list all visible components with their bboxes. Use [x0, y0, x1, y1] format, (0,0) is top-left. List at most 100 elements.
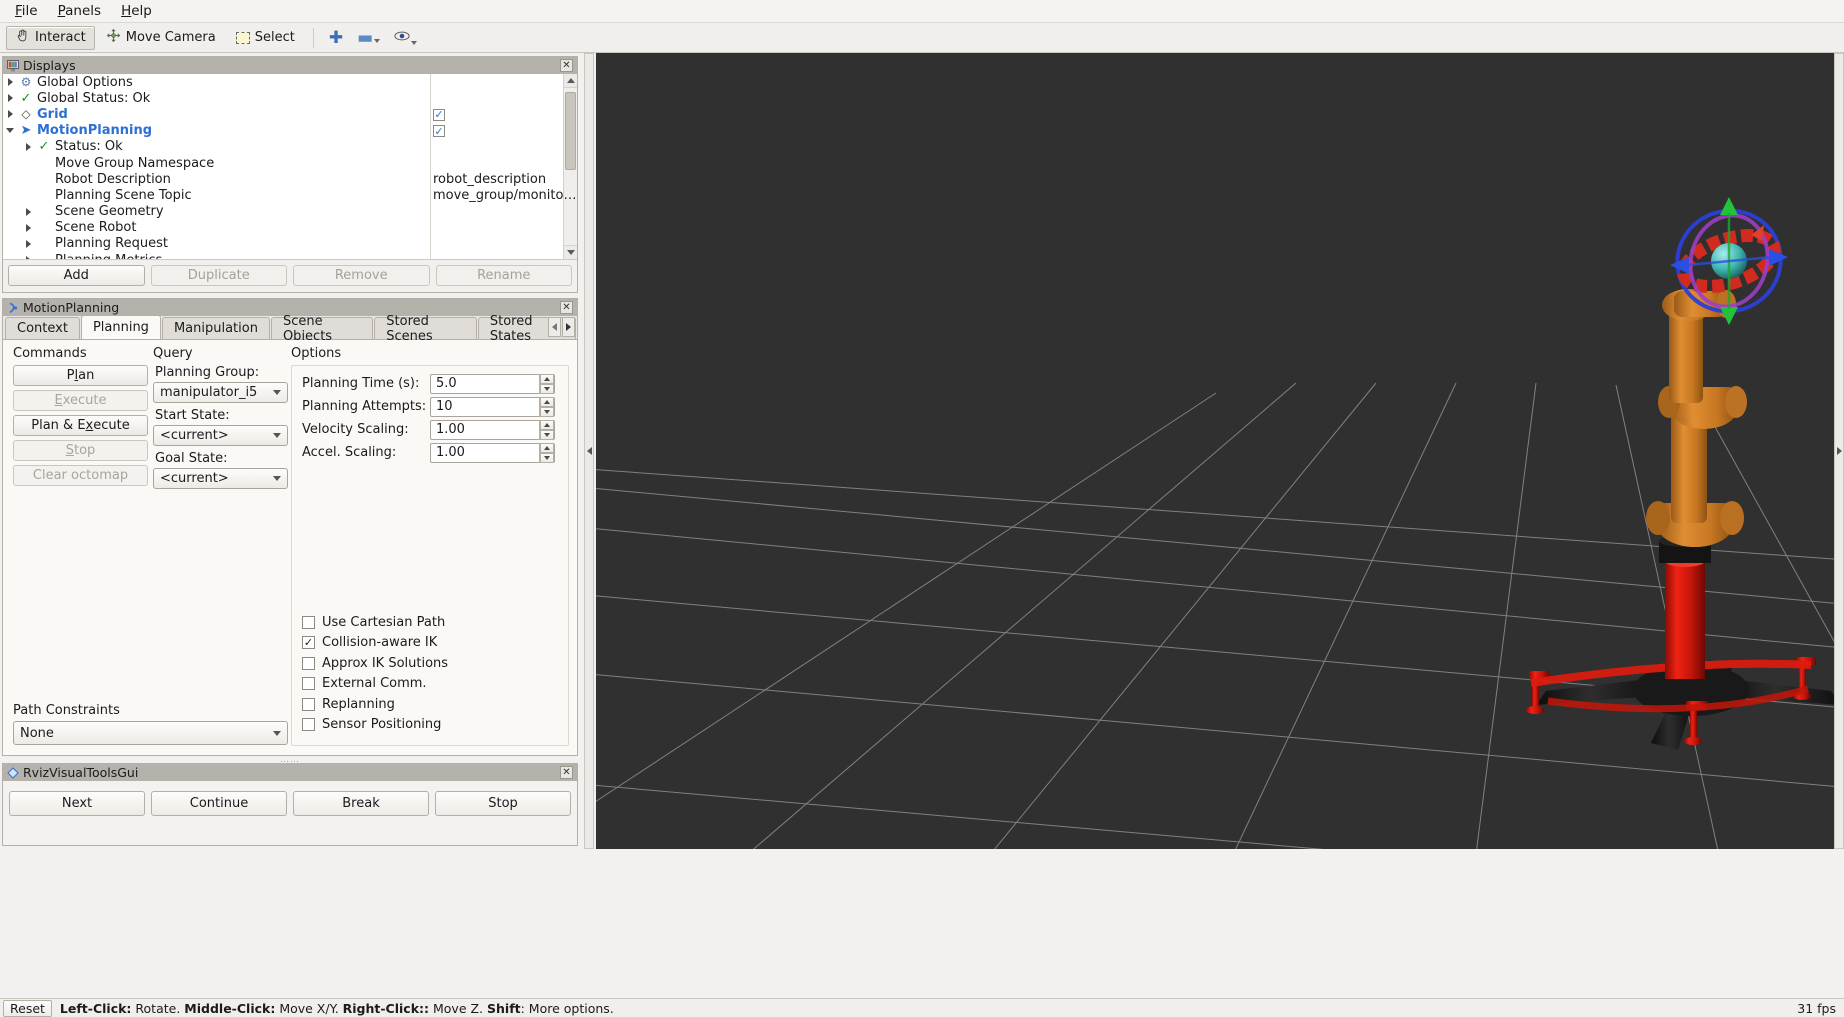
checkbox-box[interactable]: [302, 615, 315, 629]
right-dock-collapse-handle[interactable]: [1834, 53, 1844, 849]
chevron-right-icon[interactable]: [21, 256, 35, 259]
left-dock-collapse-handle[interactable]: [584, 53, 594, 849]
checkbox-sensor-positioning[interactable]: Sensor Positioning: [302, 715, 448, 736]
menu-file[interactable]: File: [5, 1, 48, 21]
checkbox-approx-ik-solutions[interactable]: Approx IK Solutions: [302, 653, 448, 674]
reset-button[interactable]: Reset: [3, 999, 52, 1017]
planning-attempts-spinbox[interactable]: 10: [430, 396, 555, 417]
start-state-combo[interactable]: <current>: [153, 425, 288, 446]
chevron-right-icon[interactable]: [21, 142, 35, 151]
displays-tree-scrollbar[interactable]: [563, 74, 577, 259]
tab-scene-objects[interactable]: Scene Objects: [270, 314, 374, 344]
checkbox-use-cartesian-path[interactable]: Use Cartesian Path: [302, 612, 448, 633]
scroll-down-icon[interactable]: [564, 245, 577, 259]
checkbox-box[interactable]: [302, 697, 315, 711]
checkbox-external-comm[interactable]: External Comm.: [302, 674, 448, 695]
add-button[interactable]: Add: [8, 265, 145, 286]
chevron-right-icon[interactable]: [3, 110, 17, 119]
spin-up-icon[interactable]: [540, 442, 554, 453]
display-tree-item[interactable]: Move Group Namespace: [3, 155, 563, 171]
displays-tree[interactable]: ⚙ Global Options ✓ Global Status: Ok ◇ Grid ➤ M…: [3, 74, 577, 260]
3d-viewport[interactable]: [596, 53, 1844, 849]
display-tree-item[interactable]: Scene Robot: [3, 220, 563, 236]
spin-down-icon[interactable]: [540, 406, 554, 417]
remove-button: Remove: [293, 265, 430, 286]
tab-stored-scenes[interactable]: Stored Scenes: [374, 314, 477, 344]
tab-scroll-right-icon[interactable]: [562, 317, 575, 337]
display-tree-item[interactable]: Planning Metrics: [3, 252, 563, 259]
spin-up-icon[interactable]: [540, 396, 554, 407]
spin-up-icon[interactable]: [540, 419, 554, 430]
goal-state-combo[interactable]: <current>: [153, 468, 288, 489]
chevron-right-icon[interactable]: [3, 94, 17, 103]
tool-move-camera[interactable]: Move Camera: [97, 26, 225, 50]
chevron-down-icon[interactable]: [3, 128, 17, 134]
scrollbar-thumb[interactable]: [565, 92, 576, 170]
rviz-visual-tools-close-icon[interactable]: ✕: [560, 766, 573, 779]
chevron-down-icon[interactable]: [411, 40, 418, 45]
tool-zoom-out[interactable]: ▬: [351, 29, 386, 46]
display-enabled-checkbox[interactable]: ✓: [433, 107, 445, 122]
menu-panels[interactable]: Panels: [48, 1, 111, 21]
checkbox-box[interactable]: [302, 677, 315, 691]
plan-execute-button[interactable]: Plan & Ex ecute: [13, 415, 148, 436]
display-enabled-checkbox[interactable]: ✓: [433, 124, 445, 139]
tool-focus-camera[interactable]: [388, 29, 423, 47]
tool-zoom-in[interactable]: ✚: [323, 27, 349, 48]
tool-move-camera-label: Move Camera: [125, 30, 216, 45]
display-tree-item[interactable]: ✓ Global Status: Ok: [3, 90, 563, 106]
chevron-right-icon[interactable]: [21, 207, 35, 216]
velocity-scaling-spinbox[interactable]: 1.00: [430, 419, 555, 440]
checkbox-replanning[interactable]: Replanning: [302, 694, 448, 715]
scroll-up-icon[interactable]: [564, 74, 577, 88]
display-tree-item[interactable]: Scene Geometry: [3, 204, 563, 220]
planning-time-s-spinbox[interactable]: 5.0: [430, 373, 555, 394]
checkbox-box[interactable]: ✓: [302, 636, 315, 650]
displays-close-icon[interactable]: ✕: [560, 59, 573, 72]
display-tree-item[interactable]: ◇ Grid: [3, 106, 563, 122]
tab-scroll-left-icon[interactable]: [548, 317, 561, 337]
gear-icon: ⚙: [20, 75, 32, 90]
display-tree-item[interactable]: ⚙ Global Options: [3, 74, 563, 90]
tab-planning[interactable]: Planning: [80, 315, 161, 339]
display-tree-item-label: Status: Ok: [55, 139, 123, 155]
left-dock-column: Displays ✕ ⚙ Global Options ✓ Global Status…: [0, 53, 580, 849]
spin-up-icon[interactable]: [540, 373, 554, 384]
display-tree-item[interactable]: ➤ MotionPlanning: [3, 123, 563, 139]
rviz-visual-tools-titlebar: RvizVisualToolsGui ✕: [3, 764, 577, 781]
chevron-down-icon[interactable]: [374, 38, 381, 43]
chevron-right-icon[interactable]: [21, 223, 35, 232]
stop-button[interactable]: Stop: [435, 791, 571, 816]
checkbox-collision-aware-ik[interactable]: ✓ Collision-aware IK: [302, 633, 448, 654]
menu-help[interactable]: Help: [111, 1, 162, 21]
continue-button[interactable]: Continue: [151, 791, 287, 816]
display-tree-item-value[interactable]: move_group/monito…: [433, 188, 576, 203]
spin-down-icon[interactable]: [540, 429, 554, 440]
accel-scaling-spinbox[interactable]: 1.00: [430, 442, 555, 463]
tool-interact[interactable]: Interact: [6, 25, 95, 50]
motionplanning-close-icon[interactable]: ✕: [560, 301, 573, 314]
display-tree-item-value[interactable]: robot_description: [433, 172, 546, 187]
tab-context[interactable]: Context: [5, 317, 80, 339]
commands-section: Commands Pl an Execute Plan & Ex ecute Stop Cl…: [13, 346, 148, 490]
checkbox-box[interactable]: [302, 718, 315, 732]
chevron-right-icon[interactable]: [21, 239, 35, 248]
displays-panel: Displays ✕ ⚙ Global Options ✓ Global Status…: [2, 56, 578, 293]
path-constraints-combo[interactable]: None: [13, 721, 288, 745]
tab-manipulation[interactable]: Manipulation: [161, 317, 270, 339]
spin-down-icon[interactable]: [540, 452, 554, 463]
break-button[interactable]: Break: [293, 791, 429, 816]
planning-time-s-label: Planning Time (s):: [302, 376, 420, 391]
display-tree-item[interactable]: ✓ Status: Ok: [3, 139, 563, 155]
displays-monitor-icon: [7, 59, 19, 72]
next-button[interactable]: Next: [9, 791, 145, 816]
plan-button[interactable]: Pl an: [13, 365, 148, 386]
tool-select[interactable]: Select: [227, 26, 304, 50]
planning-group-combo[interactable]: manipulator_i5: [153, 382, 288, 403]
query-section: Query Planning Group: manipulator_i5 Sta…: [153, 346, 288, 494]
spin-down-icon[interactable]: [540, 383, 554, 394]
plus-icon: ✚: [328, 27, 344, 48]
checkbox-box[interactable]: [302, 656, 315, 670]
display-tree-item[interactable]: Planning Request: [3, 236, 563, 252]
chevron-right-icon[interactable]: [3, 78, 17, 87]
